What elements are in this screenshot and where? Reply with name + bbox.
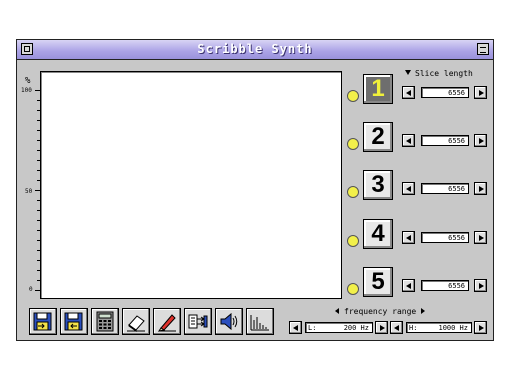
slice-row-1: 1 6556 (347, 74, 493, 106)
scribble-canvas[interactable] (40, 71, 342, 299)
save-out-button[interactable] (60, 308, 88, 335)
left-triangle-icon (335, 308, 339, 314)
calculator-button[interactable] (91, 308, 119, 335)
y-mid-label: 50 (25, 188, 33, 195)
slice-length-field[interactable]: 6556 (421, 135, 469, 146)
increase-arrow-icon[interactable] (474, 86, 487, 99)
sequence-icon (188, 314, 208, 329)
calculator-icon (96, 311, 114, 332)
slice-button-3[interactable]: 3 (363, 170, 393, 200)
low-frequency-value: 200 Hz (343, 324, 369, 332)
increase-arrow-icon[interactable] (474, 321, 487, 334)
high-frequency-value: 1000 Hz (438, 324, 468, 332)
slice-button-5[interactable]: 5 (363, 267, 393, 297)
increase-arrow-icon[interactable] (474, 182, 487, 195)
y-axis: % 100 50 0 (21, 76, 41, 294)
high-frequency-key: H: (409, 324, 418, 332)
slice-row-5: 5 6556 (347, 267, 493, 299)
decrease-arrow-icon[interactable] (402, 86, 415, 99)
slice-length-field[interactable]: 6556 (421, 87, 469, 98)
window-title: Scribble Synth (197, 42, 313, 56)
save-in-icon (33, 312, 52, 331)
slice-row-4: 4 6556 (347, 219, 493, 251)
high-frequency-field[interactable]: H: 1000 Hz (406, 322, 472, 333)
decrease-arrow-icon[interactable] (402, 231, 415, 244)
frequency-range-header: frequency range (335, 307, 426, 316)
increase-arrow-icon[interactable] (474, 134, 487, 147)
decrease-arrow-icon[interactable] (390, 321, 403, 334)
pencil-button[interactable] (153, 308, 181, 335)
slice-indicator-led[interactable] (347, 283, 359, 295)
slice-button-1[interactable]: 1 (363, 74, 393, 104)
slice-button-2[interactable]: 2 (363, 122, 393, 152)
save-out-icon (64, 312, 83, 331)
save-in-button[interactable] (29, 308, 57, 335)
eraser-icon (127, 315, 145, 332)
spectrum-button[interactable] (246, 308, 274, 335)
slice-row-2: 2 6556 (347, 122, 493, 154)
zoom-box[interactable] (477, 43, 489, 55)
frequency-range-label: frequency range (344, 307, 417, 316)
decrease-arrow-icon[interactable] (402, 134, 415, 147)
low-frequency-key: L: (308, 324, 317, 332)
eraser-button[interactable] (122, 308, 150, 335)
increase-arrow-icon[interactable] (375, 321, 388, 334)
low-frequency-field[interactable]: L: 200 Hz (305, 322, 373, 333)
decrease-arrow-icon[interactable] (402, 182, 415, 195)
pencil-icon (157, 314, 176, 332)
spectrum-icon (250, 315, 269, 331)
synth-window: Scribble Synth % 100 50 0 Slice length 1… (16, 39, 494, 341)
right-triangle-icon (421, 308, 426, 314)
sequence-button[interactable] (184, 308, 212, 335)
low-frequency-control: L: 200 Hz (289, 321, 393, 334)
slice-indicator-led[interactable] (347, 186, 359, 198)
slice-length-field[interactable]: 6556 (421, 183, 469, 194)
speaker-button[interactable] (215, 308, 243, 335)
slice-row-3: 3 6556 (347, 170, 493, 202)
y-bottom-label: 0 (29, 286, 33, 293)
increase-arrow-icon[interactable] (474, 231, 487, 244)
decrease-arrow-icon[interactable] (289, 321, 302, 334)
slice-indicator-led[interactable] (347, 235, 359, 247)
slice-length-field[interactable]: 6556 (421, 280, 469, 291)
speaker-icon (220, 312, 238, 331)
title-bar[interactable]: Scribble Synth (17, 40, 493, 60)
decrease-arrow-icon[interactable] (402, 279, 415, 292)
increase-arrow-icon[interactable] (474, 279, 487, 292)
y-top-label: 100 (21, 87, 32, 94)
slice-length-field[interactable]: 6556 (421, 232, 469, 243)
slice-indicator-led[interactable] (347, 90, 359, 102)
slice-indicator-led[interactable] (347, 138, 359, 150)
high-frequency-control: H: 1000 Hz (390, 321, 494, 334)
y-unit-label: % (25, 76, 31, 86)
slice-button-4[interactable]: 4 (363, 219, 393, 249)
